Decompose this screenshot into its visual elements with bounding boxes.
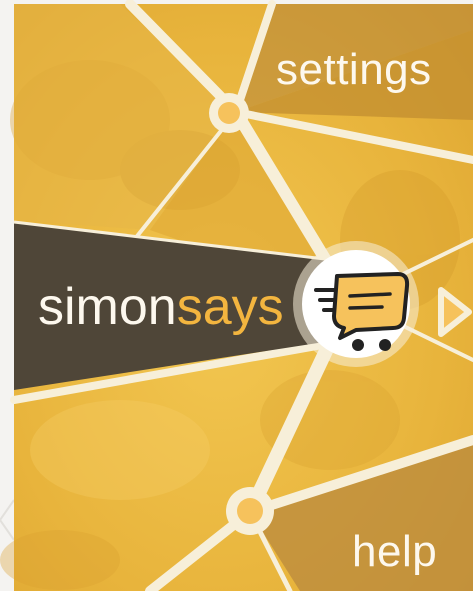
main-menu-screen: settings simonsays help [0, 0, 473, 591]
node-help [226, 487, 274, 535]
settings-menu-item[interactable]: settings [276, 48, 432, 92]
node-settings [209, 93, 249, 133]
title-simon: simon [38, 278, 177, 336]
app-title[interactable]: simonsays [38, 281, 284, 333]
title-says: says [176, 278, 284, 336]
help-menu-item[interactable]: help [352, 530, 437, 574]
